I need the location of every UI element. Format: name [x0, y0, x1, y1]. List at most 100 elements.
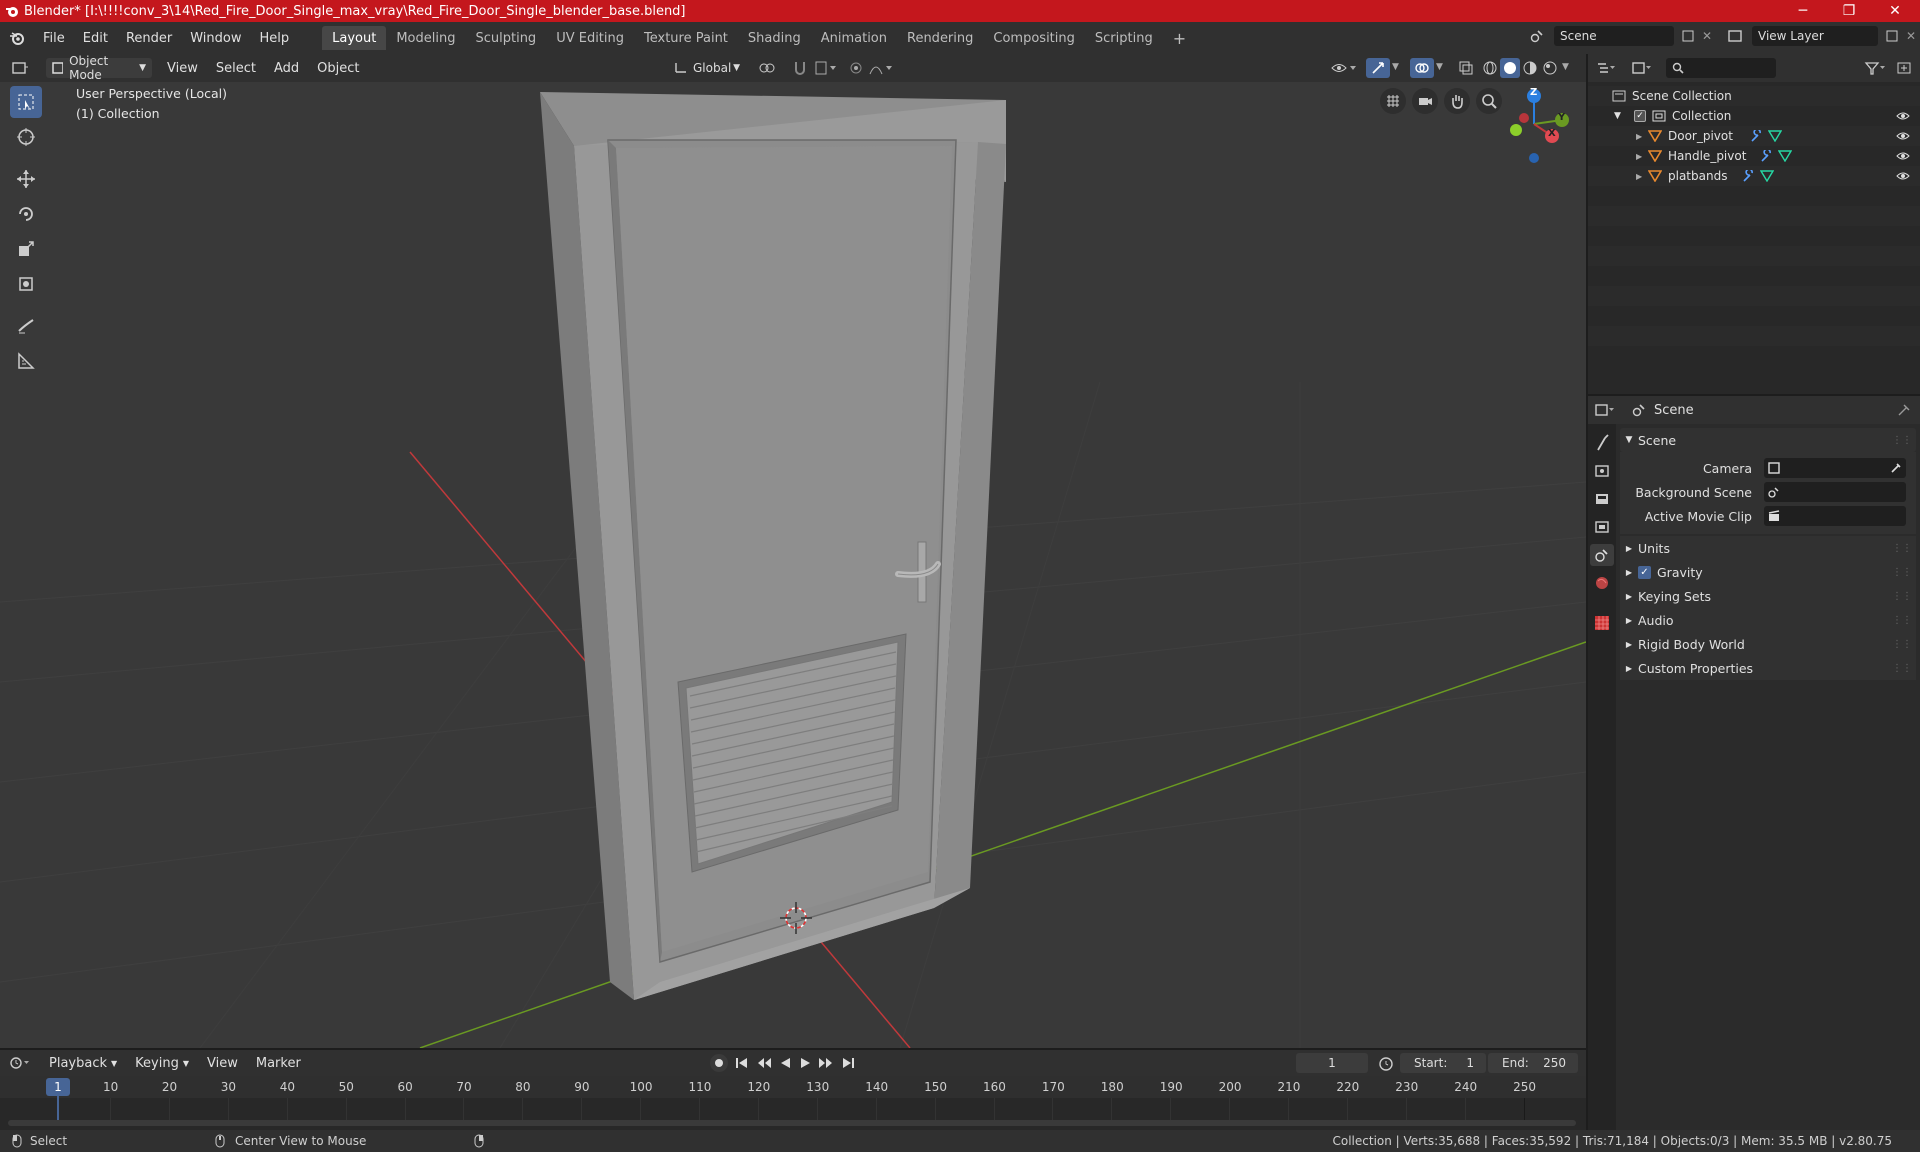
- workspace-tab-rendering[interactable]: Rendering: [897, 26, 983, 50]
- gravity-checkbox[interactable]: ✓: [1638, 565, 1651, 579]
- add-workspace-button[interactable]: +: [1163, 26, 1196, 50]
- workspace-tab-shading[interactable]: Shading: [738, 26, 811, 50]
- units-panel-header[interactable]: ▶ Units ⋮⋮: [1620, 536, 1916, 560]
- display-mode-icon[interactable]: [1624, 61, 1660, 75]
- view-layer-icon[interactable]: [1722, 26, 1748, 46]
- new-scene-icon[interactable]: [1678, 30, 1698, 42]
- outliner-object-platbands[interactable]: ▶ platbands: [1588, 166, 1920, 186]
- rotate-tool-icon[interactable]: [10, 198, 42, 230]
- 3d-viewport[interactable]: User Perspective (Local) (1) Collection …: [0, 82, 1586, 1048]
- drag-handle-icon[interactable]: ⋮⋮: [1892, 435, 1912, 446]
- xray-toggle-icon[interactable]: [1458, 60, 1474, 76]
- falloff-icon[interactable]: [868, 60, 894, 76]
- annotate-tool-icon[interactable]: [10, 310, 42, 342]
- timeline-menu-keying[interactable]: Keying ▼: [126, 1051, 198, 1075]
- scene-tab-icon[interactable]: [1590, 544, 1614, 566]
- timeline-scrollbar[interactable]: [8, 1120, 1576, 1126]
- blender-menu-icon[interactable]: [0, 30, 34, 46]
- mesh-data-icon[interactable]: [1760, 170, 1774, 182]
- navigation-gizmo[interactable]: Z Y X: [1494, 84, 1586, 164]
- record-icon[interactable]: [710, 1054, 728, 1072]
- active-movie-clip-field[interactable]: [1764, 506, 1906, 526]
- viewport-menu-add[interactable]: Add: [265, 56, 308, 80]
- menu-file[interactable]: File: [34, 26, 74, 50]
- start-frame-field[interactable]: Start: 1: [1400, 1053, 1486, 1073]
- cursor-tool-icon[interactable]: [10, 121, 42, 153]
- outliner-collection-row[interactable]: ▼ ✓ Collection: [1588, 106, 1920, 126]
- proportional-editing-icon[interactable]: [848, 60, 864, 76]
- viewport-menu-select[interactable]: Select: [207, 56, 265, 80]
- chevron-down-icon[interactable]: ▼: [1392, 62, 1399, 72]
- end-frame-field[interactable]: End: 250: [1488, 1053, 1578, 1073]
- drag-handle-icon[interactable]: ⋮⋮: [1892, 663, 1912, 674]
- timeline-menu-playback[interactable]: Playback ▼: [40, 1051, 126, 1075]
- pin-icon[interactable]: [1898, 404, 1910, 416]
- outliner-object-door-pivot[interactable]: ▶ Door_pivot: [1588, 126, 1920, 146]
- drag-handle-icon[interactable]: ⋮⋮: [1892, 639, 1912, 650]
- tool-tab-icon[interactable]: [1593, 432, 1611, 454]
- timeline-editor-type-icon[interactable]: [0, 1056, 40, 1070]
- workspace-tab-texture-paint[interactable]: Texture Paint: [634, 26, 738, 50]
- workspace-tab-compositing[interactable]: Compositing: [983, 26, 1085, 50]
- viewport-menu-view[interactable]: View: [158, 56, 207, 80]
- pan-view-icon[interactable]: [1444, 88, 1470, 114]
- shading-wireframe-icon[interactable]: [1482, 60, 1498, 76]
- delete-scene-icon[interactable]: ✕: [1702, 29, 1718, 43]
- gizmo-toggle-icon[interactable]: [1366, 58, 1390, 78]
- view-layer-name-field[interactable]: View Layer: [1752, 26, 1878, 46]
- jump-prev-keyframe-icon[interactable]: [756, 1056, 772, 1070]
- custom-properties-panel-header[interactable]: ▶ Custom Properties ⋮⋮: [1620, 656, 1916, 680]
- expand-arrow-icon[interactable]: ▶: [1636, 172, 1648, 181]
- snap-target-icon[interactable]: [814, 60, 838, 76]
- timeline-area[interactable]: 10 20 30 40 50 60 70 80 90 100 110 120 130 140 150 160 1…: [0, 1076, 1586, 1130]
- drag-handle-icon[interactable]: ⋮⋮: [1892, 615, 1912, 626]
- menu-edit[interactable]: Edit: [74, 26, 117, 50]
- eye-icon[interactable]: [1896, 171, 1910, 181]
- view-layer-tab-icon[interactable]: [1593, 516, 1611, 538]
- move-tool-icon[interactable]: [10, 163, 42, 195]
- audio-panel-header[interactable]: ▶ Audio ⋮⋮: [1620, 608, 1916, 632]
- render-tab-icon[interactable]: [1593, 460, 1611, 482]
- editor-type-icon[interactable]: [0, 61, 40, 75]
- timeline-menu-view[interactable]: View: [198, 1051, 247, 1075]
- mesh-data-icon[interactable]: [1778, 150, 1792, 162]
- eyedropper-icon[interactable]: [1890, 462, 1902, 474]
- preview-range-icon[interactable]: [1378, 1055, 1394, 1071]
- workspace-tab-uv-editing[interactable]: UV Editing: [546, 26, 634, 50]
- door-model[interactable]: [540, 92, 1006, 1000]
- shading-material-icon[interactable]: [1522, 60, 1538, 76]
- eye-icon[interactable]: [1896, 131, 1910, 141]
- expand-arrow-icon[interactable]: ▶: [1636, 152, 1648, 161]
- modifier-wrench-icon[interactable]: [1742, 170, 1756, 182]
- expand-arrow-icon[interactable]: ▶: [1636, 132, 1648, 141]
- workspace-tab-layout[interactable]: Layout: [322, 26, 387, 50]
- maximize-button[interactable]: ❐: [1826, 0, 1872, 22]
- menu-help[interactable]: Help: [251, 26, 299, 50]
- snap-icon[interactable]: [792, 60, 808, 76]
- chevron-down-icon[interactable]: ▼: [1436, 62, 1443, 72]
- camera-view-icon[interactable]: [1412, 88, 1438, 114]
- shading-rendered-icon[interactable]: [1542, 60, 1558, 76]
- workspace-tab-scripting[interactable]: Scripting: [1085, 26, 1163, 50]
- scene-icon[interactable]: [1524, 26, 1550, 46]
- delete-view-layer-icon[interactable]: ✕: [1906, 29, 1920, 43]
- keying-sets-panel-header[interactable]: ▶ Keying Sets ⋮⋮: [1620, 584, 1916, 608]
- outliner-search-field[interactable]: [1666, 58, 1776, 78]
- timeline-menu-marker[interactable]: Marker: [247, 1051, 310, 1075]
- world-tab-icon[interactable]: [1593, 572, 1611, 594]
- texture-tab-icon[interactable]: [1593, 614, 1611, 632]
- pivot-point-icon[interactable]: [758, 61, 782, 75]
- measure-tool-icon[interactable]: [10, 345, 42, 377]
- modifier-wrench-icon[interactable]: [1760, 150, 1774, 162]
- drag-handle-icon[interactable]: ⋮⋮: [1892, 591, 1912, 602]
- background-scene-field[interactable]: [1764, 482, 1906, 502]
- current-frame-field[interactable]: 1: [1296, 1053, 1368, 1073]
- visibility-selectability-icon[interactable]: [1330, 60, 1358, 76]
- eye-icon[interactable]: [1896, 151, 1910, 161]
- rigid-body-world-panel-header[interactable]: ▶ Rigid Body World ⋮⋮: [1620, 632, 1916, 656]
- output-tab-icon[interactable]: [1593, 488, 1611, 510]
- expand-arrow-icon[interactable]: ▼: [1614, 111, 1628, 121]
- jump-start-icon[interactable]: [734, 1056, 750, 1070]
- scale-tool-icon[interactable]: [10, 233, 42, 265]
- eye-icon[interactable]: [1896, 111, 1910, 121]
